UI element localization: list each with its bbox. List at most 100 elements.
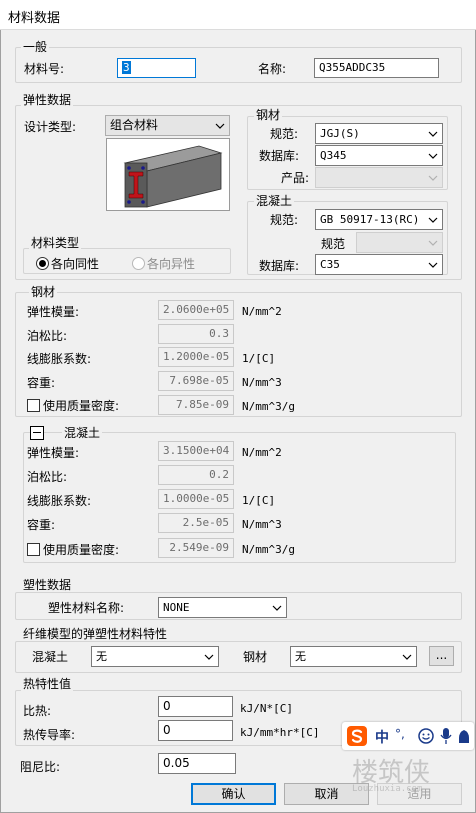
design-type-label: 设计类型:	[24, 120, 77, 134]
steel-unit-weight-label: 容重:	[27, 376, 56, 390]
conductivity-field[interactable]: 0	[158, 720, 233, 741]
chevron-down-icon	[427, 210, 439, 229]
steel-code-select[interactable]: JGJ(S)	[315, 123, 443, 144]
chevron-down-icon	[271, 598, 283, 617]
steel-product-label: 产品:	[281, 171, 310, 185]
material-id-label: 材料号:	[24, 62, 65, 76]
fiber-steel-label: 钢材	[243, 650, 268, 664]
concrete-db-label: 数据库:	[259, 259, 300, 273]
conductivity-unit: kJ/mm*hr*[C]	[240, 726, 320, 739]
concrete-poisson-field[interactable]: 0.2	[158, 465, 234, 485]
concrete-props-legend: 混凝土	[62, 426, 103, 440]
chevron-down-icon	[203, 647, 215, 666]
steel-props-legend: 钢材	[29, 285, 58, 299]
concrete-thermal-expansion-unit: 1/[C]	[242, 494, 276, 507]
concrete-mass-density-unit: N/mm^3/g	[242, 543, 295, 556]
material-id-field[interactable]: 3	[117, 58, 196, 78]
specific-heat-label: 比热:	[23, 704, 52, 718]
concrete-code-label: 规范:	[270, 213, 299, 227]
microphone-icon[interactable]	[440, 727, 452, 745]
concrete-elastic-modulus-label: 弹性模量:	[27, 446, 80, 460]
anisotropic-label: 各向异性	[147, 257, 196, 271]
steel-product-select[interactable]	[315, 167, 443, 188]
concrete-mass-density-checkbox[interactable]	[27, 543, 40, 556]
fiber-browse-button[interactable]: ...	[429, 646, 454, 666]
concrete-spec-legend: 混凝土	[254, 194, 295, 208]
keyboard-skin-icon[interactable]	[457, 728, 471, 744]
fiber-concrete-select[interactable]: 无	[91, 646, 219, 667]
fiber-concrete-value: 无	[96, 650, 107, 663]
concrete-thermal-expansion-field[interactable]: 1.0000e-05	[158, 489, 234, 509]
fiber-legend: 纤维模型的弹塑性材料特性	[21, 627, 170, 641]
fiber-steel-value: 无	[295, 650, 306, 663]
steel-mass-density-unit: N/mm^3/g	[242, 400, 295, 413]
specific-heat-field[interactable]: 0	[158, 696, 233, 717]
steel-mass-density-checkbox[interactable]	[27, 399, 40, 412]
concrete-code-select[interactable]: GB 50917-13(RC)	[315, 209, 443, 230]
steel-thermal-expansion-label: 线膨胀系数:	[27, 352, 92, 366]
chevron-down-icon	[401, 647, 413, 666]
isotropic-label: 各向同性	[51, 257, 100, 271]
chevron-down-icon	[427, 233, 439, 252]
ime-lang-indicator[interactable]: 中	[375, 727, 389, 747]
fiber-concrete-label: 混凝土	[32, 650, 69, 664]
design-type-select[interactable]: 组合材料	[105, 115, 230, 136]
elastic-legend: 弹性数据	[21, 93, 74, 107]
watermark-url: Louzhuxia.com	[352, 784, 423, 794]
plastic-legend: 塑性数据	[21, 578, 74, 592]
material-name-field[interactable]: Q355ADDC35	[314, 58, 439, 78]
chevron-down-icon	[427, 255, 439, 274]
concrete-db-select[interactable]: C35	[315, 254, 443, 275]
chevron-down-icon	[427, 124, 439, 143]
damping-field[interactable]: 0.05	[158, 753, 236, 774]
steel-thermal-expansion-unit: 1/[C]	[242, 352, 276, 365]
steel-code-value: JGJ(S)	[320, 127, 360, 140]
material-type-legend: 材料类型	[29, 236, 82, 250]
concrete-poisson-label: 泊松比:	[27, 470, 68, 484]
concrete-code-value: GB 50917-13(RC)	[320, 213, 420, 226]
steel-spec-legend: 钢材	[254, 108, 283, 122]
material-name-label: 名称:	[258, 62, 287, 76]
steel-code-label: 规范:	[270, 127, 299, 141]
ime-punct-indicator[interactable]: °,	[395, 727, 405, 741]
steel-db-label: 数据库:	[259, 149, 300, 163]
steel-elastic-modulus-field[interactable]: 2.0600e+05	[158, 300, 234, 320]
concrete-elastic-modulus-field[interactable]: 3.1500e+04	[158, 441, 234, 461]
steel-poisson-field[interactable]: 0.3	[158, 324, 234, 344]
material-id-value: 3	[122, 61, 131, 74]
concrete-thermal-expansion-label: 线膨胀系数:	[27, 494, 92, 508]
steel-poisson-label: 泊松比:	[27, 329, 68, 343]
ok-button[interactable]: 确认	[191, 783, 276, 805]
anisotropic-radio[interactable]	[132, 257, 145, 270]
isotropic-radio[interactable]	[36, 257, 49, 270]
chevron-down-icon	[427, 146, 439, 165]
specific-heat-unit: kJ/N*[C]	[240, 702, 293, 715]
concrete-unit-weight-label: 容重:	[27, 518, 56, 532]
concrete-subcode-label: 规范	[321, 237, 346, 251]
fiber-steel-select[interactable]: 无	[290, 646, 417, 667]
plastic-name-label: 塑性材料名称:	[48, 601, 125, 615]
general-legend: 一般	[21, 40, 50, 54]
concrete-unit-weight-unit: N/mm^3	[242, 518, 282, 531]
emoji-icon[interactable]	[418, 728, 434, 744]
title-bar: 材料数据	[0, 0, 476, 30]
steel-thermal-expansion-field[interactable]: 1.2000e-05	[158, 347, 234, 367]
ime-toolbar[interactable]: 中 °,	[342, 722, 474, 750]
plastic-name-select[interactable]: NONE	[158, 597, 287, 618]
concrete-db-value: C35	[320, 258, 340, 271]
concrete-mass-density-field[interactable]: 2.549e-09	[158, 538, 234, 558]
collapse-toggle-icon[interactable]	[30, 426, 44, 440]
concrete-subcode-select[interactable]	[356, 232, 443, 253]
steel-unit-weight-field[interactable]: 7.698e-05	[158, 371, 234, 391]
steel-elastic-modulus-unit: N/mm^2	[242, 305, 282, 318]
steel-db-select[interactable]: Q345	[315, 145, 443, 166]
concrete-unit-weight-field[interactable]: 2.5e-05	[158, 513, 234, 533]
steel-mass-density-label: 使用质量密度:	[43, 399, 120, 413]
steel-elastic-modulus-label: 弹性模量:	[27, 305, 80, 319]
chevron-down-icon	[214, 116, 226, 135]
steel-mass-density-field[interactable]: 7.85e-09	[158, 395, 234, 415]
section-preview-image	[106, 138, 230, 211]
damping-label: 阻尼比:	[20, 760, 61, 774]
conductivity-label: 热传导率:	[23, 728, 76, 742]
concrete-mass-density-label: 使用质量密度:	[43, 543, 120, 557]
